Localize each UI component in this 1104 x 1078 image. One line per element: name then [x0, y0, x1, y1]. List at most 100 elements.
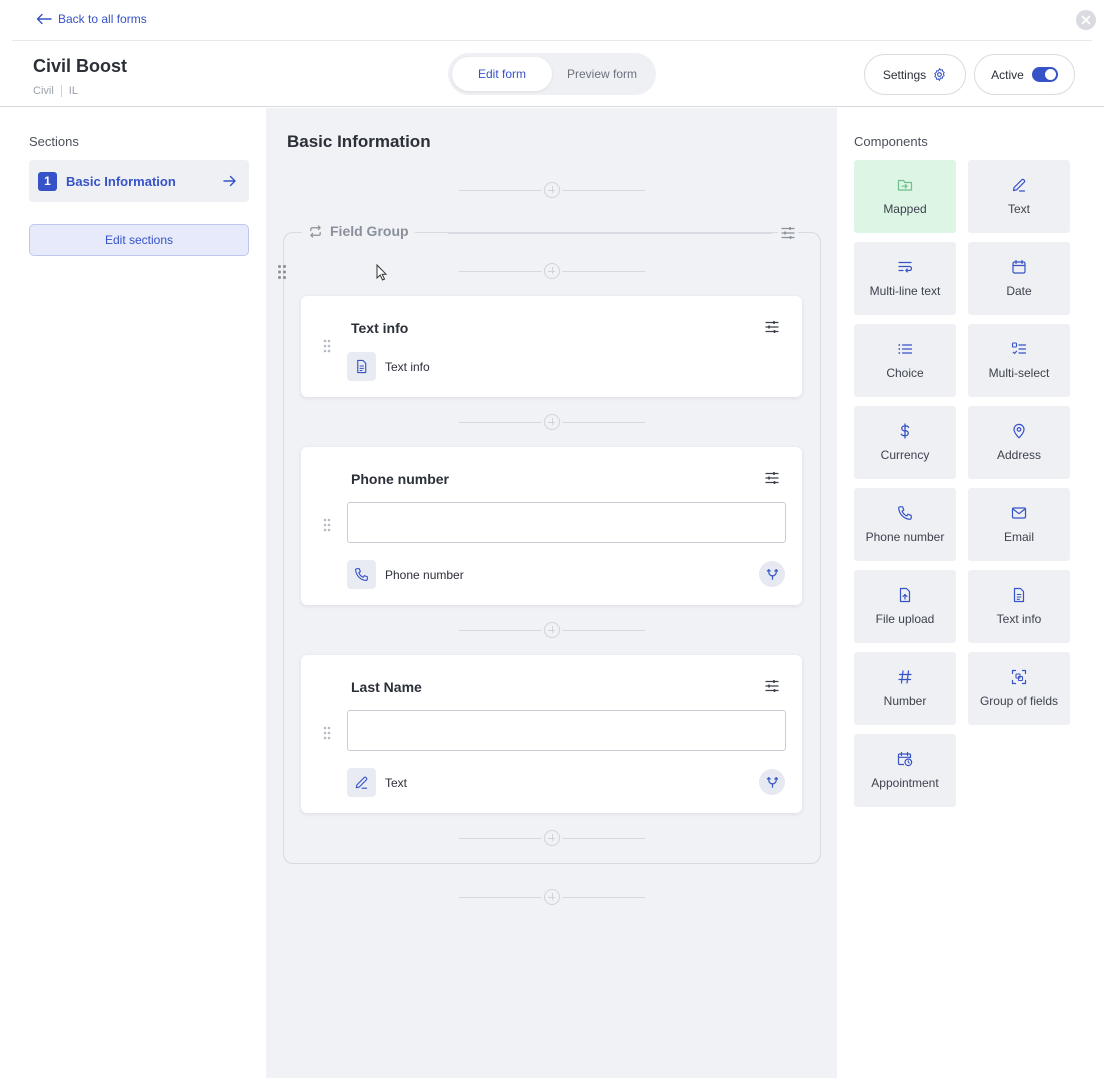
- settings-button[interactable]: Settings: [864, 54, 966, 95]
- dollar-icon: [900, 423, 910, 439]
- component-label: Choice: [886, 366, 924, 380]
- component-mapped[interactable]: Mapped: [854, 160, 956, 233]
- field-title: Last Name: [351, 679, 422, 695]
- drag-handle-icon[interactable]: [323, 726, 331, 740]
- component-address[interactable]: Address: [968, 406, 1070, 479]
- mode-toggle: Edit form Preview form: [448, 53, 656, 95]
- components-heading: Components: [854, 134, 928, 149]
- section-number: 1: [38, 171, 57, 191]
- component-label: Text info: [996, 612, 1042, 626]
- add-field-button[interactable]: [459, 889, 645, 905]
- edit-sections-button[interactable]: Edit sections: [29, 224, 249, 256]
- calendar-icon: [1012, 259, 1026, 274]
- component-text-info[interactable]: Text info: [968, 570, 1070, 643]
- preview-form-tab[interactable]: Preview form: [552, 57, 652, 91]
- add-field-button[interactable]: [459, 263, 645, 279]
- sliders-icon[interactable]: [764, 319, 780, 335]
- component-label: Phone number: [865, 530, 945, 544]
- section-item-basic-information[interactable]: 1 Basic Information: [29, 160, 249, 202]
- plus-circle-icon: [544, 182, 560, 198]
- add-field-button[interactable]: [459, 622, 645, 638]
- component-phone-number[interactable]: Phone number: [854, 488, 956, 561]
- pencil-icon: [1012, 178, 1026, 192]
- group-header-line: [448, 232, 772, 234]
- logic-branch-button[interactable]: [759, 561, 785, 587]
- plus-circle-icon: [544, 830, 560, 846]
- drag-handle-icon[interactable]: [277, 264, 287, 280]
- file-upload-icon: [899, 587, 911, 603]
- component-text[interactable]: Text: [968, 160, 1070, 233]
- field-group-header: Field Group: [302, 223, 415, 239]
- plus-circle-icon: [544, 622, 560, 638]
- field-card-phone-number[interactable]: Phone number Phone number: [301, 447, 802, 605]
- component-multi-line-text[interactable]: Multi-line text: [854, 242, 956, 315]
- add-field-button[interactable]: [459, 414, 645, 430]
- component-date[interactable]: Date: [968, 242, 1070, 315]
- section-label: Basic Information: [66, 173, 176, 189]
- folder-arrow-icon: [897, 179, 913, 191]
- component-label: Appointment: [871, 776, 939, 790]
- checklist-icon: [1011, 342, 1027, 355]
- add-field-button[interactable]: [459, 182, 645, 198]
- sliders-icon[interactable]: [764, 470, 780, 486]
- last-name-input[interactable]: [347, 710, 786, 751]
- component-file-upload[interactable]: File upload: [854, 570, 956, 643]
- component-email[interactable]: Email: [968, 488, 1070, 561]
- form-meta: Civil IL: [33, 85, 78, 97]
- sliders-icon[interactable]: [764, 678, 780, 694]
- component-label: Number: [883, 694, 927, 708]
- form-header: Civil Boost Civil IL Edit form Preview f…: [0, 41, 1104, 107]
- field-type-label: Text info: [385, 359, 430, 374]
- back-to-forms-link[interactable]: Back to all forms: [36, 12, 147, 26]
- field-type-badge: Text: [347, 768, 407, 797]
- component-label: Mapped: [883, 202, 927, 216]
- location-pin-icon: [1013, 423, 1025, 439]
- pencil-icon: [347, 768, 376, 797]
- active-toggle-button[interactable]: Active: [974, 54, 1075, 95]
- branch-icon: [766, 568, 778, 580]
- field-type-badge: Phone number: [347, 560, 464, 589]
- phone-number-input[interactable]: [347, 502, 786, 543]
- component-label: Group of fields: [979, 694, 1059, 708]
- field-title: Text info: [351, 320, 409, 336]
- calendar-clock-icon: [897, 751, 913, 767]
- back-link-label: Back to all forms: [58, 12, 147, 26]
- plus-circle-icon: [544, 263, 560, 279]
- repeat-icon: [310, 224, 321, 238]
- component-group-of-fields[interactable]: Group of fields: [968, 652, 1070, 725]
- field-card-last-name[interactable]: Last Name Text: [301, 655, 802, 813]
- component-label: Email: [1003, 530, 1034, 544]
- add-field-button[interactable]: [459, 830, 645, 846]
- active-switch[interactable]: [1031, 67, 1058, 82]
- component-multi-select[interactable]: Multi-select: [968, 324, 1070, 397]
- hash-icon: [898, 670, 912, 684]
- drag-handle-icon[interactable]: [323, 339, 331, 353]
- drag-handle-icon[interactable]: [323, 518, 331, 532]
- form-state: IL: [68, 85, 78, 97]
- section-title: Basic Information: [287, 132, 431, 151]
- switch-knob: [1044, 69, 1056, 80]
- component-choice[interactable]: Choice: [854, 324, 956, 397]
- arrow-right-icon: [223, 175, 236, 187]
- form-canvas: Basic Information Field Group Text info: [266, 108, 837, 1078]
- component-label: Date: [1006, 284, 1032, 298]
- field-type-label: Phone number: [385, 567, 464, 582]
- components-panel: Components Mapped Text Multi-line text D…: [837, 108, 1104, 1078]
- multiline-icon: [898, 261, 913, 273]
- component-label: Multi-line text: [869, 284, 941, 298]
- component-number[interactable]: Number: [854, 652, 956, 725]
- sliders-icon: [781, 227, 795, 239]
- close-button[interactable]: [1076, 10, 1096, 30]
- field-card-text-info[interactable]: Text info Text info: [301, 296, 802, 397]
- field-group-label: Field Group: [330, 223, 409, 239]
- component-currency[interactable]: Currency: [854, 406, 956, 479]
- list-icon: [898, 344, 913, 354]
- logic-branch-button[interactable]: [759, 769, 785, 795]
- group-settings-button[interactable]: [778, 224, 798, 242]
- form-title: Civil Boost: [33, 56, 128, 76]
- edit-form-tab[interactable]: Edit form: [452, 57, 552, 91]
- component-appointment[interactable]: Appointment: [854, 734, 956, 807]
- component-label: File upload: [875, 612, 935, 626]
- field-type-badge: Text info: [347, 352, 430, 381]
- document-icon: [1013, 587, 1025, 603]
